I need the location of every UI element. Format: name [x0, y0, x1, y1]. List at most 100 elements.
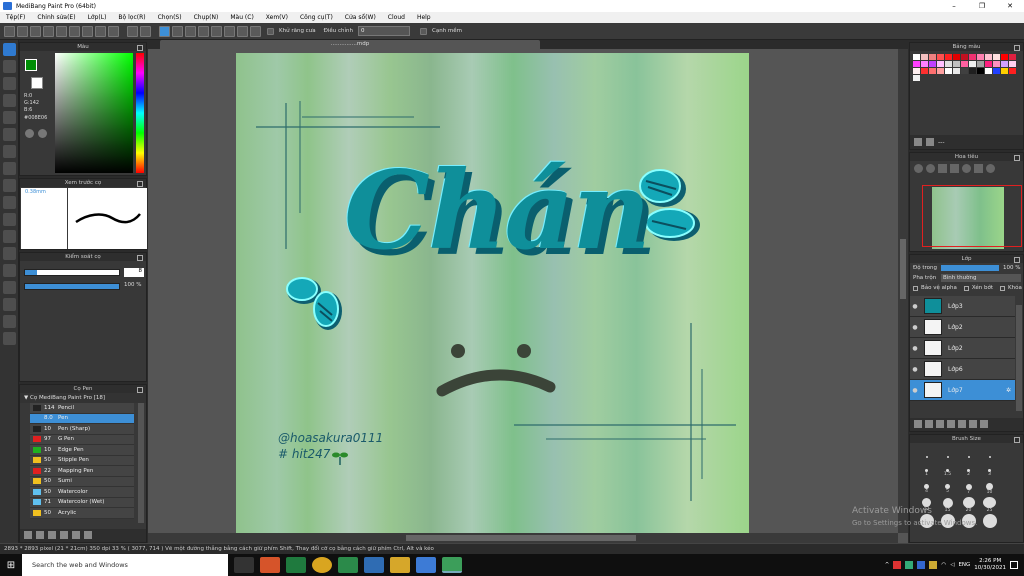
notification-icon[interactable]: [1010, 561, 1018, 569]
snap-off-icon[interactable]: [159, 25, 170, 37]
snap-parallel-icon[interactable]: [172, 25, 183, 37]
bucket-tool-icon[interactable]: [3, 145, 16, 158]
brush-size-cell[interactable]: 3: [979, 465, 1000, 481]
palette-swatch[interactable]: [913, 75, 920, 81]
palette-swatch[interactable]: [977, 61, 984, 67]
snap-vanish-icon[interactable]: [198, 25, 209, 37]
taskbar-search[interactable]: Search the web and Windows: [22, 554, 228, 576]
brush-size-cell[interactable]: 5: [937, 481, 958, 497]
menu-cloud[interactable]: Cloud: [382, 14, 411, 21]
close-button[interactable]: ✕: [996, 2, 1024, 10]
palette-swatch[interactable]: [961, 61, 968, 67]
add-1bit-layer-icon[interactable]: [947, 420, 955, 428]
layer-row[interactable]: ● Lớp2: [910, 338, 1015, 359]
hand-tool-icon[interactable]: [3, 332, 16, 345]
palette-swatch[interactable]: [929, 54, 936, 60]
brush-item[interactable]: 50 Watercolor: [30, 487, 134, 498]
task-view-icon[interactable]: [234, 557, 254, 573]
select-pen-icon[interactable]: [3, 230, 16, 243]
palette-swatch[interactable]: [1009, 61, 1016, 67]
protect-alpha-checkbox[interactable]: [913, 285, 918, 291]
brush-item[interactable]: 8.0 Pen: [30, 413, 134, 424]
windows-start-icon[interactable]: ⊞: [0, 554, 22, 576]
brush-folder-icon[interactable]: [60, 531, 68, 539]
layer-row[interactable]: ● Lớp3: [910, 296, 1015, 317]
add-brush-menu-icon[interactable]: [36, 531, 44, 539]
taskbar-app-mail-icon[interactable]: [364, 557, 384, 573]
palette-swatch[interactable]: [929, 61, 936, 67]
cloud-icon[interactable]: [30, 25, 41, 37]
eye-icon[interactable]: ●: [910, 345, 920, 352]
zoom-in-icon[interactable]: [914, 164, 923, 173]
text-tool-icon[interactable]: [3, 264, 16, 277]
palette-swatch[interactable]: [969, 61, 976, 67]
layer-blend-select[interactable]: Bình thường: [941, 274, 1021, 282]
palette-swatch[interactable]: [993, 61, 1000, 67]
brush-delete-icon[interactable]: [84, 531, 92, 539]
lock-checkbox[interactable]: [1000, 285, 1006, 291]
rect-select-icon[interactable]: [3, 179, 16, 192]
rotate-right-icon[interactable]: [986, 164, 995, 173]
language-indicator[interactable]: ENG: [958, 562, 970, 568]
taskbar-app-chrome-icon[interactable]: [312, 557, 332, 573]
save-icon[interactable]: [43, 25, 54, 37]
bg-color-swatch[interactable]: [31, 77, 43, 89]
canvas-horizontal-scrollbar[interactable]: [148, 533, 898, 543]
palette-swatch[interactable]: [937, 61, 944, 67]
clock[interactable]: 2:26 PM 10/30/2021: [974, 558, 1006, 572]
document-tab[interactable]: ...............mdp: [160, 40, 540, 49]
brush-size-slider[interactable]: [24, 269, 120, 276]
canvas-area[interactable]: Chán @hoasakura0111 # hit247: [148, 49, 908, 543]
minimize-button[interactable]: –: [940, 2, 968, 10]
volume-icon[interactable]: ◁: [950, 562, 954, 568]
brush-size-cell[interactable]: 2: [958, 465, 979, 481]
add-palette-icon[interactable]: [914, 138, 922, 146]
saturation-value-picker[interactable]: [55, 53, 133, 173]
fill-tool-icon[interactable]: [3, 128, 16, 141]
menu-color[interactable]: Màu (C): [224, 14, 259, 21]
brush-item[interactable]: 22 Mapping Pen: [30, 466, 134, 477]
palette-swatches[interactable]: [910, 51, 1023, 82]
tray-app-icon[interactable]: [893, 561, 902, 569]
artwork-canvas[interactable]: Chán @hoasakura0111 # hit247: [236, 53, 749, 533]
eye-icon[interactable]: ●: [910, 324, 920, 331]
palette-swatch[interactable]: [937, 54, 944, 60]
palette-swatch[interactable]: [993, 54, 1000, 60]
palette-swatch[interactable]: [969, 68, 976, 74]
layer-row[interactable]: ● Lớp7 ✲: [910, 380, 1015, 401]
palette-swatch[interactable]: [929, 68, 936, 74]
snap-radial-icon[interactable]: [211, 25, 222, 37]
navigator-viewport[interactable]: [922, 185, 1022, 247]
layer-folder-icon[interactable]: [958, 420, 966, 428]
eraser-tool-icon[interactable]: [3, 60, 16, 73]
layer-row[interactable]: ● Lớp6: [910, 359, 1015, 380]
brush-settings-icon[interactable]: [48, 531, 56, 539]
add-8bit-layer-icon[interactable]: [936, 420, 944, 428]
brush-size-cell[interactable]: 10: [979, 481, 1000, 497]
eye-icon[interactable]: ●: [910, 366, 920, 373]
clipping-checkbox[interactable]: [963, 285, 969, 291]
menu-filter[interactable]: Bộ lọc(R): [112, 14, 151, 21]
brush-opacity-slider[interactable]: [24, 283, 120, 290]
gradient-tool-icon[interactable]: [3, 162, 16, 175]
eyedropper-icon[interactable]: [3, 315, 16, 328]
brush-size-cell[interactable]: 25: [979, 497, 1000, 513]
add-layer-icon[interactable]: [914, 420, 922, 428]
taskbar-app-excel-icon[interactable]: [286, 557, 306, 573]
brush-item[interactable]: 10 Pen (Sharp): [30, 424, 134, 435]
crop-icon[interactable]: [108, 25, 119, 37]
palette-swatch[interactable]: [953, 54, 960, 60]
menu-select[interactable]: Chọn(S): [152, 14, 188, 21]
menu-file[interactable]: Tệp(F): [0, 14, 31, 21]
taskbar-app-files-icon[interactable]: [390, 557, 410, 573]
layer-list-scrollbar[interactable]: [1016, 305, 1022, 411]
merge-down-icon[interactable]: [969, 420, 977, 428]
menu-tools[interactable]: Công cụ(T): [294, 14, 339, 21]
wifi-icon[interactable]: ◠: [941, 562, 946, 568]
hue-slider[interactable]: [136, 53, 144, 173]
palette-swatch[interactable]: [937, 68, 944, 74]
brush-group-header[interactable]: ▼ Cọ MediBang Paint Pro [18]: [20, 393, 146, 403]
brush-item[interactable]: 50 Stipple Pen: [30, 455, 134, 466]
palette-swatch[interactable]: [913, 54, 920, 60]
tray-chevron-icon[interactable]: ^: [885, 562, 890, 568]
